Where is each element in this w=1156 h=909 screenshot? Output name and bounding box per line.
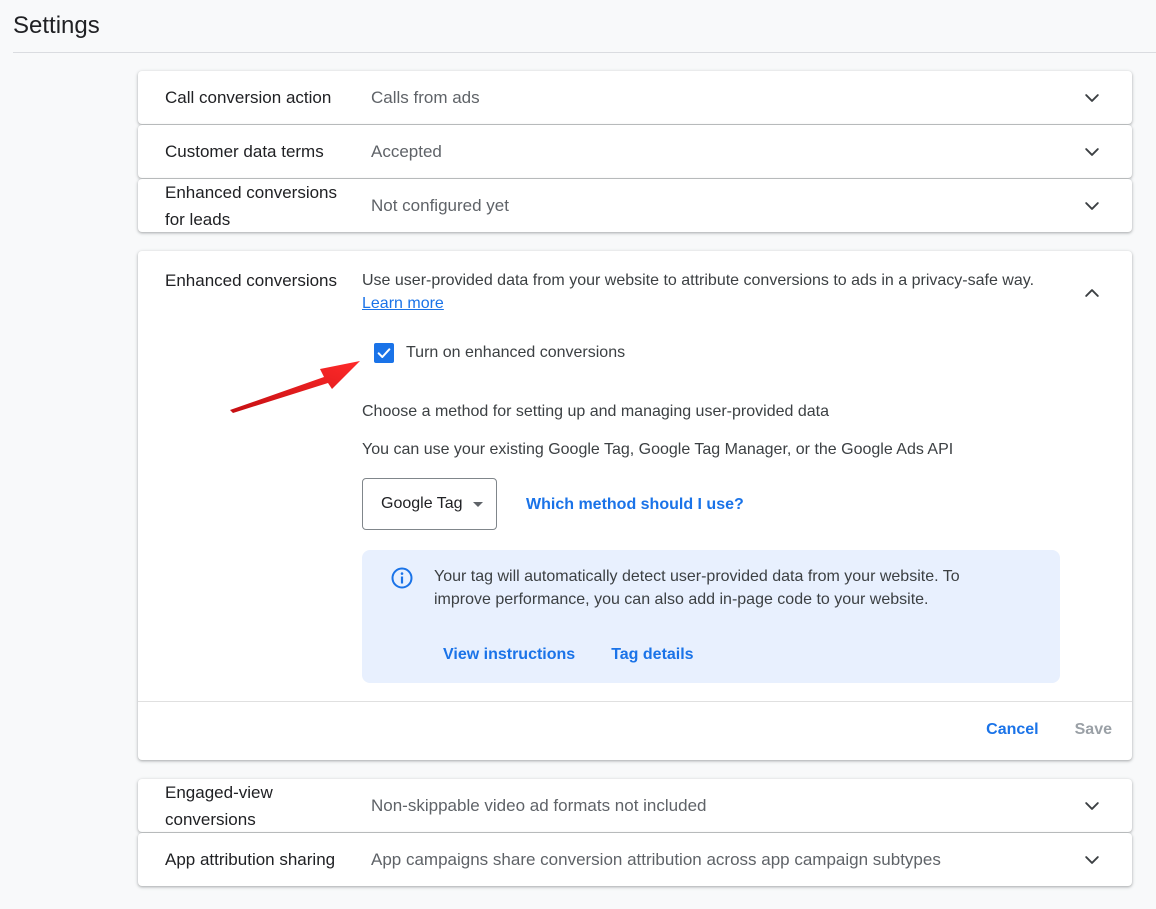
- check-icon: [377, 348, 391, 358]
- row-app-attribution-sharing[interactable]: App attribution sharing App campaigns sh…: [138, 833, 1132, 886]
- title-divider: [13, 52, 1156, 53]
- row-enhanced-conversions: Enhanced conversions Use user-provided d…: [138, 251, 1132, 760]
- view-instructions-link[interactable]: View instructions: [443, 646, 575, 664]
- info-banner: Your tag will automatically detect user-…: [362, 550, 1060, 683]
- row-value: Not configured yet: [371, 195, 509, 215]
- row-label: Engaged-view conversions: [165, 782, 273, 829]
- chevron-up-icon[interactable]: [1082, 283, 1102, 303]
- method-select[interactable]: Google Tag: [362, 478, 497, 530]
- section-description: Use user-provided data from your website…: [362, 269, 1062, 315]
- row-label: App attribution sharing: [165, 850, 336, 869]
- row-value: Non-skippable video ad formats not inclu…: [371, 795, 707, 815]
- info-links: View instructions Tag details: [443, 646, 694, 664]
- chevron-down-icon[interactable]: [1082, 88, 1102, 108]
- row-call-conversion-action[interactable]: Call conversion action Calls from ads: [138, 71, 1132, 124]
- page-title: Settings: [13, 12, 100, 39]
- row-customer-data-terms[interactable]: Customer data terms Accepted: [138, 125, 1132, 178]
- enhanced-conversions-checkbox[interactable]: [374, 343, 394, 363]
- row-engaged-view-conversions[interactable]: Engaged-view conversions Non-skippable v…: [138, 779, 1132, 832]
- info-text: Your tag will automatically detect user-…: [434, 568, 960, 608]
- save-button[interactable]: Save: [1059, 721, 1132, 739]
- dropdown-arrow-icon: [472, 501, 483, 507]
- learn-more-link[interactable]: Learn more: [362, 295, 444, 312]
- row-label: Customer data terms: [165, 142, 324, 161]
- method-heading: Choose a method for setting up and manag…: [362, 403, 829, 420]
- footer-actions: Cancel Save: [966, 721, 1132, 739]
- chevron-down-icon[interactable]: [1082, 796, 1102, 816]
- row-label: Call conversion action: [165, 88, 332, 107]
- which-method-link[interactable]: Which method should I use?: [526, 496, 744, 514]
- cancel-button[interactable]: Cancel: [966, 721, 1058, 739]
- chevron-down-icon[interactable]: [1082, 142, 1102, 162]
- description-text: Use user-provided data from your website…: [362, 272, 1035, 289]
- row-value: Calls from ads: [371, 87, 480, 107]
- row-value: Accepted: [371, 141, 442, 161]
- row-label: Enhanced conversions: [165, 271, 338, 290]
- annotation-arrow: [230, 361, 360, 413]
- info-icon: [391, 567, 413, 589]
- method-select-value: Google Tag: [381, 495, 463, 512]
- footer-divider: [138, 701, 1132, 702]
- method-subtext: You can use your existing Google Tag, Go…: [362, 441, 954, 458]
- chevron-down-icon[interactable]: [1082, 850, 1102, 870]
- enhanced-conversions-toggle[interactable]: Turn on enhanced conversions: [374, 343, 625, 363]
- row-enhanced-conversions-for-leads[interactable]: Enhanced conversions for leads Not confi…: [138, 179, 1132, 232]
- row-value: App campaigns share conversion attributi…: [371, 849, 941, 869]
- tag-details-link[interactable]: Tag details: [611, 646, 693, 664]
- chevron-down-icon[interactable]: [1082, 196, 1102, 216]
- checkbox-label: Turn on enhanced conversions: [406, 344, 626, 361]
- row-label: Enhanced conversions for leads: [165, 182, 338, 229]
